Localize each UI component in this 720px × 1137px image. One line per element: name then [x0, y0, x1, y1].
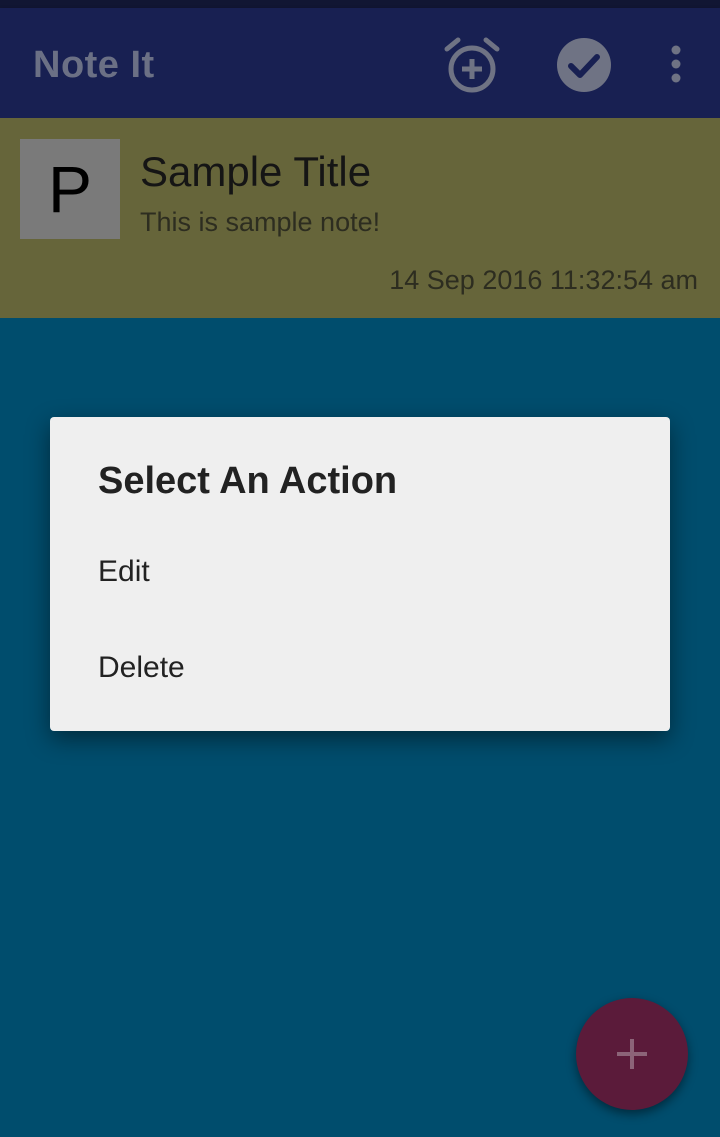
edit-option[interactable]: Edit: [50, 527, 670, 617]
plus-icon: [617, 1039, 647, 1069]
status-bar: [0, 0, 720, 8]
note-title: Sample Title: [140, 148, 372, 195]
app-title: Note It: [33, 44, 155, 86]
avatar-letter: P: [47, 152, 93, 226]
dialog-title: Select An Action: [98, 460, 398, 502]
delete-option[interactable]: Delete: [50, 623, 670, 713]
delete-option-label: Delete: [98, 651, 185, 684]
edit-option-label: Edit: [98, 555, 150, 588]
add-alarm-icon[interactable]: [442, 34, 502, 100]
note-body: This is sample note!: [140, 207, 381, 237]
app-bar: Note It: [0, 8, 720, 118]
note-date: 14 Sep 2016 11:32:54 am: [389, 265, 698, 295]
note-card[interactable]: P Sample Title This is sample note! 14 S…: [0, 118, 720, 318]
screen: Note It P Sample Title This is sample no…: [0, 0, 720, 1137]
add-note-button[interactable]: [576, 998, 688, 1110]
more-vert-icon[interactable]: [667, 45, 685, 83]
action-dialog: Select An Action Edit Delete: [50, 417, 670, 731]
check-circle-icon[interactable]: [556, 37, 612, 93]
avatar: P: [20, 139, 120, 239]
